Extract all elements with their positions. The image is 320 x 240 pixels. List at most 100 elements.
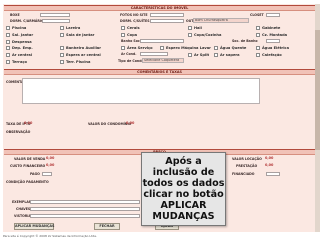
label-closet: CLOSET <box>250 13 264 17</box>
ar-cond-select[interactable] <box>140 52 168 56</box>
checkbox-label: Espera ar central <box>66 52 101 57</box>
checkbox-box[interactable] <box>214 52 218 57</box>
vistoria-field[interactable] <box>30 214 140 218</box>
checkbox-box[interactable] <box>6 39 10 44</box>
checkbox-box[interactable] <box>6 25 10 30</box>
label-valor-locacao: VALOR LOCAÇÃO <box>232 157 262 161</box>
checkbox-box[interactable] <box>256 45 260 50</box>
label-exemplar: EXEMPLAR <box>12 200 32 204</box>
checkbox-cz-montada[interactable]: Cz. Montada <box>256 31 287 38</box>
financiado-select[interactable] <box>266 172 280 176</box>
checkbox-box[interactable] <box>256 52 260 57</box>
checkbox-label: Lareira <box>66 25 81 30</box>
instruction-callout: Após a inclusão de todos os dados clicar… <box>141 152 226 226</box>
checkbox-box[interactable] <box>60 52 64 57</box>
checkbox-ar-split[interactable]: Ar Split <box>188 51 209 58</box>
checkbox-box[interactable] <box>188 52 192 57</box>
scrollbar-thumb[interactable] <box>315 30 320 150</box>
label-valor-condominio: VALOR DO CONDOMÍNIO <box>88 122 132 126</box>
label-soc-banho: Soc. de Banho <box>232 39 258 43</box>
checkbox-copa[interactable]: Copa <box>121 31 137 38</box>
checkbox-box[interactable] <box>60 45 64 50</box>
checkbox-label: Cz. Montada <box>262 32 288 37</box>
section-caracteristicas-title: CARACTERÍSTICAS DO IMÓVEL <box>130 6 189 10</box>
checkbox-label: Sala de Jantar <box>66 32 95 37</box>
checkbox-box[interactable] <box>256 32 260 37</box>
checkbox-agua-quente[interactable]: Água Quente <box>214 44 246 51</box>
closet-select[interactable] <box>266 13 280 17</box>
checkbox-espero-maquina[interactable]: Espero Máquina Lavar <box>160 44 211 51</box>
checkbox-label: Hall <box>194 25 202 30</box>
checkbox-box[interactable] <box>214 45 218 50</box>
banho-social-select[interactable] <box>140 39 184 43</box>
checkbox-box[interactable] <box>60 25 64 30</box>
comentarios-textarea[interactable] <box>22 78 260 104</box>
checkbox-label: Calefação <box>262 52 282 57</box>
checkbox-calefacao[interactable]: Calefação <box>256 51 282 58</box>
fechar-button[interactable]: FECHAR <box>94 223 120 230</box>
footer-copyright: Para site é Copyright © 2008 LV Sistemas… <box>3 234 97 238</box>
section-comentarios-title: COMENTÁRIOS E TAXAS <box>137 70 182 74</box>
checkbox-box[interactable] <box>188 32 192 37</box>
checkbox-box[interactable] <box>6 32 10 37</box>
fotos-site-select[interactable] <box>150 13 184 17</box>
valor-locacao-value[interactable]: 0,00 <box>265 156 273 161</box>
prestacao-value[interactable]: 0,00 <box>265 163 273 168</box>
label-boxe: BOXE <box>10 13 20 17</box>
checkbox-box[interactable] <box>6 52 10 57</box>
checkbox-box[interactable] <box>60 32 64 37</box>
callout-line-3: clicar no botão <box>143 189 224 200</box>
taxa-iptu-value[interactable]: 0,00 <box>24 121 32 126</box>
checkbox-espera-ar-central[interactable]: Espera ar central <box>60 51 101 58</box>
checkbox-sal-jantar[interactable]: Sal. Jantar <box>6 31 33 38</box>
aplicar-mudancas-button[interactable]: APLICAR MUDANÇAS <box>14 223 54 230</box>
checkbox-label: Banheiro Auxiliar <box>66 45 101 50</box>
label-custo-financeiro: CUSTO FINANCEIRO <box>10 164 46 168</box>
checkbox-box[interactable] <box>121 32 125 37</box>
label-fotos-site: FOTOS NO SITE <box>120 13 148 17</box>
pago-select[interactable] <box>42 172 52 176</box>
checkbox-label: Terr. Piscina <box>66 59 91 64</box>
valor-venda-value[interactable]: 0,00 <box>46 156 54 161</box>
checkbox-lareira[interactable]: Lareira <box>60 24 80 31</box>
checkbox-box[interactable] <box>256 25 260 30</box>
exemplar-field[interactable] <box>30 200 140 204</box>
outro-field[interactable]: Bom Churrasqueira <box>193 18 249 23</box>
checkbox-piscina[interactable]: Piscina <box>6 24 26 31</box>
checkbox-label: Piscina <box>12 25 27 30</box>
dorm-armarios-select[interactable] <box>42 19 70 23</box>
soc-banho-select[interactable] <box>266 39 280 43</box>
chaves-field[interactable] <box>30 207 140 211</box>
checkbox-box[interactable] <box>121 25 125 30</box>
checkbox-sala-jantar[interactable]: Sala de Jantar <box>60 31 94 38</box>
checkbox-box[interactable] <box>121 45 125 50</box>
checkbox-agua-eletrica[interactable]: Água Elétrica <box>256 44 289 51</box>
callout-line-5: MUDANÇAS <box>152 211 215 222</box>
boxe-select[interactable] <box>40 13 70 17</box>
checkbox-ar-central[interactable]: Ar central <box>6 51 32 58</box>
checkbox-box[interactable] <box>188 25 192 30</box>
checkbox-area-servico[interactable]: Área Serviço <box>121 44 153 51</box>
dorm-suites-select[interactable] <box>150 19 184 23</box>
checkbox-label: Copa/Cozinha <box>194 32 222 37</box>
checkbox-ar-sapera[interactable]: Ar sapera <box>214 51 240 58</box>
custo-financeiro-value[interactable]: 0,00 <box>46 163 54 168</box>
checkbox-box[interactable] <box>6 45 10 50</box>
tipo-condominio-select[interactable]: Selecione Coquetera <box>142 58 184 63</box>
checkbox-box[interactable] <box>60 59 64 64</box>
checkbox-cerais[interactable]: Cerais <box>121 24 140 31</box>
label-prestacao: PRESTAÇÃO <box>236 164 258 168</box>
checkbox-copa-cozinha[interactable]: Copa/Cozinha <box>188 31 221 38</box>
checkbox-dep-emp[interactable]: Dep. Emp. <box>6 44 33 51</box>
checkbox-terraco[interactable]: Terraço <box>6 58 27 65</box>
checkbox-box[interactable] <box>160 45 164 50</box>
checkbox-gabinete[interactable]: Gabinete <box>256 24 280 31</box>
valor-condominio-value[interactable]: 0,00 <box>126 121 134 126</box>
label-valor-venda: VALOR DE VENDA <box>14 157 46 161</box>
label-ar-cond: Ar Cond. <box>121 52 137 56</box>
checkbox-terr-piscina[interactable]: Terr. Piscina <box>60 58 90 65</box>
checkbox-box[interactable] <box>6 59 10 64</box>
checkbox-banheiro-auxiliar[interactable]: Banheiro Auxiliar <box>60 44 101 51</box>
checkbox-label: Despensa <box>12 39 32 44</box>
checkbox-hall[interactable]: Hall <box>188 24 202 31</box>
